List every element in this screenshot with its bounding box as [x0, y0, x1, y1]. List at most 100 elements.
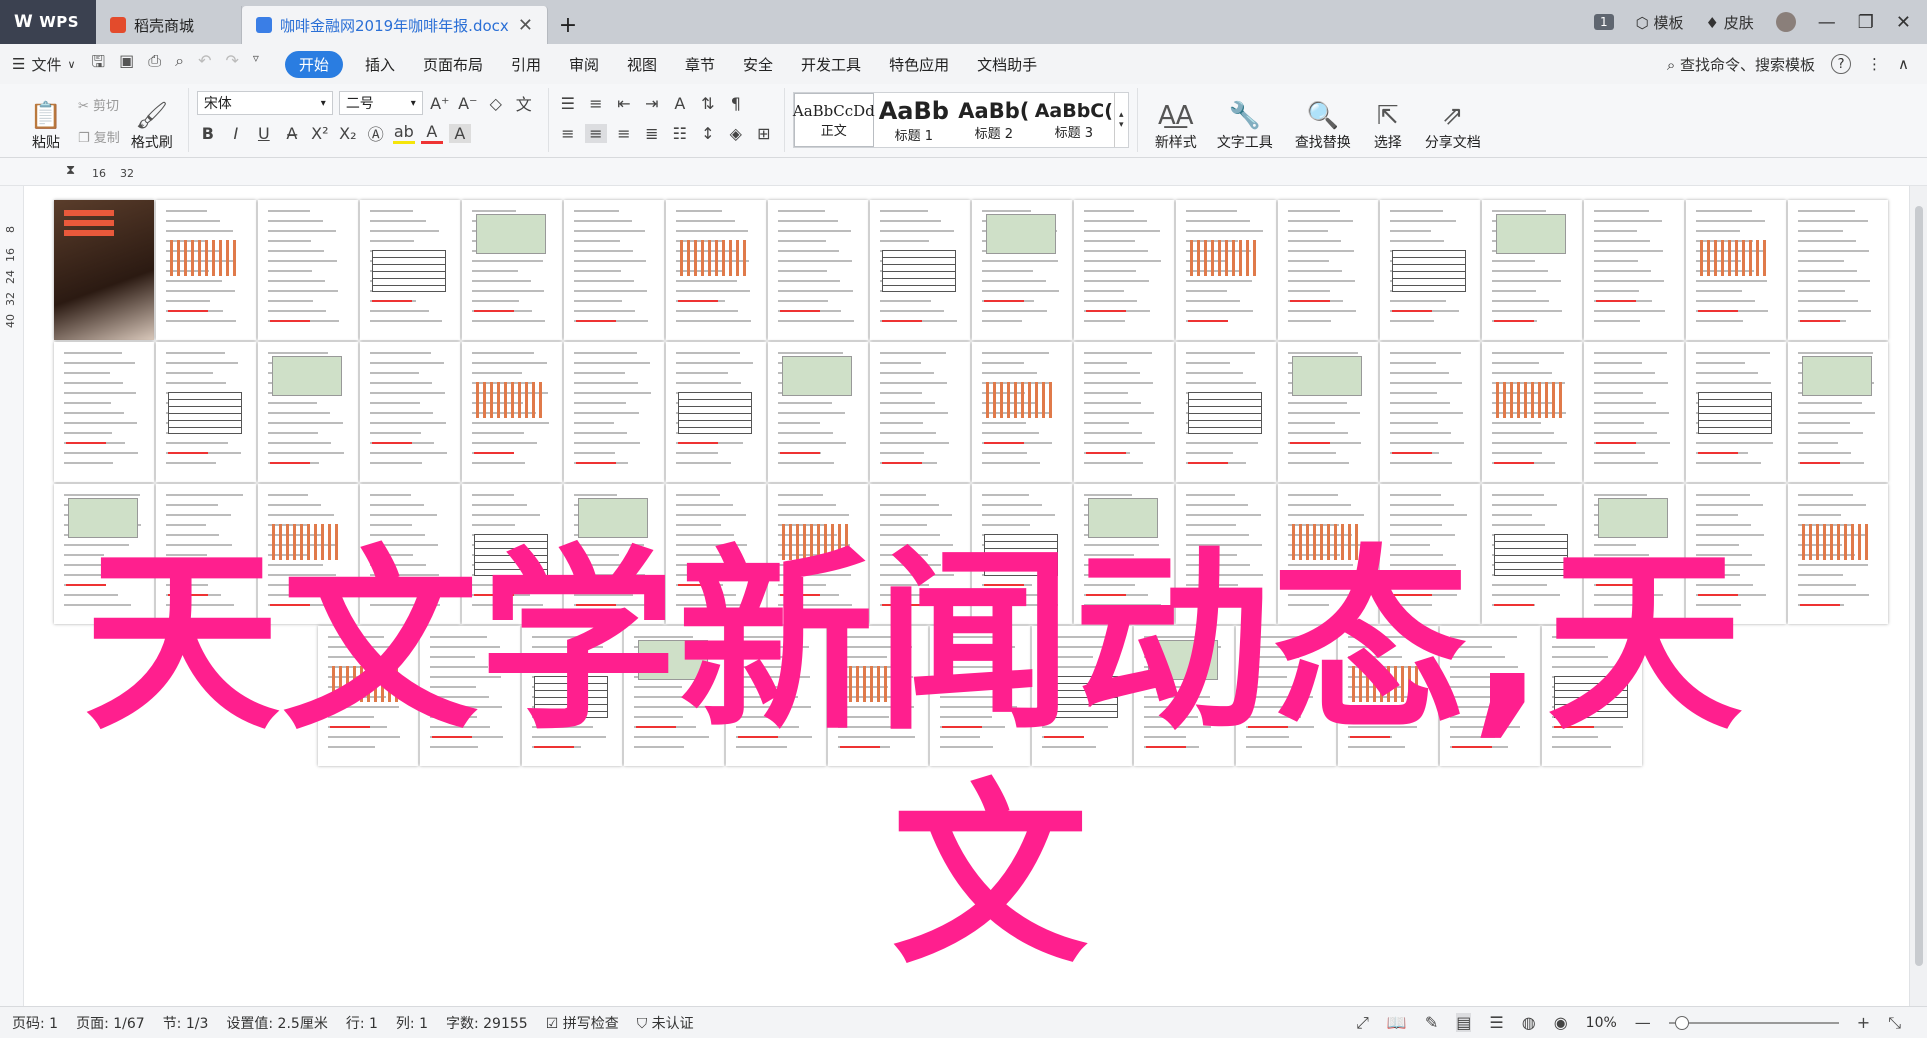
page-thumbnail[interactable]: [1074, 342, 1174, 482]
copy-button[interactable]: ❐ 复制: [78, 127, 120, 146]
new-tab-button[interactable]: +: [548, 6, 588, 44]
document-canvas[interactable]: 天文学新闻动态,天 文: [24, 186, 1909, 1006]
fullscreen-icon[interactable]: ⤢: [1356, 1013, 1369, 1033]
style-scroll[interactable]: ▴ ▾: [1113, 93, 1128, 147]
vertical-ruler[interactable]: 8 16 24 32 40: [0, 186, 24, 1006]
minimize-button[interactable]: —: [1818, 12, 1836, 33]
bold-icon[interactable]: B: [197, 124, 219, 143]
page-thumbnail[interactable]: [1236, 626, 1336, 766]
tab-document[interactable]: 咖啡金融网2019年咖啡年报.docx ✕: [242, 6, 548, 44]
strikethrough-icon[interactable]: A̶: [281, 124, 303, 143]
page-thumbnail[interactable]: [1584, 342, 1684, 482]
page-thumbnail[interactable]: [1380, 342, 1480, 482]
print-icon[interactable]: ⎙: [148, 51, 161, 78]
char-shading-icon[interactable]: A: [448, 123, 471, 143]
page-thumbnail[interactable]: [768, 342, 868, 482]
italic-icon[interactable]: I: [225, 124, 247, 143]
paste-button[interactable]: 📋 粘贴: [18, 88, 74, 152]
page-thumbnail[interactable]: [1074, 484, 1174, 624]
text-effect-icon[interactable]: Ⓐ: [365, 121, 387, 145]
page-thumbnail[interactable]: [1380, 200, 1480, 340]
page-thumbnail[interactable]: [156, 342, 256, 482]
menu-review[interactable]: 审阅: [569, 54, 599, 75]
page-thumbnail[interactable]: [54, 200, 154, 340]
window-count-badge[interactable]: 1: [1594, 14, 1614, 30]
zoom-in-icon[interactable]: +: [1857, 1013, 1870, 1032]
page-thumbnail[interactable]: [870, 200, 970, 340]
page-thumbnail[interactable]: [1788, 200, 1888, 340]
page-thumbnail[interactable]: [54, 342, 154, 482]
status-word-count[interactable]: 字数: 29155: [446, 1013, 528, 1033]
page-thumbnail[interactable]: [1482, 484, 1582, 624]
page-thumbnail[interactable]: [360, 484, 460, 624]
page-thumbnail[interactable]: [462, 200, 562, 340]
underline-icon[interactable]: U: [253, 124, 275, 143]
indent-marker-icon[interactable]: ⧗: [66, 163, 75, 178]
menu-doc-assistant[interactable]: 文档助手: [977, 54, 1037, 75]
page-thumbnail[interactable]: [318, 626, 418, 766]
scrollbar-thumb[interactable]: [1915, 206, 1923, 966]
export-icon[interactable]: ▣: [119, 51, 134, 78]
status-page-number[interactable]: 页码: 1: [12, 1013, 58, 1033]
zoom-slider-knob[interactable]: [1674, 1015, 1689, 1030]
zoom-level[interactable]: 10%: [1586, 1015, 1617, 1031]
distribute-icon[interactable]: ☷: [669, 124, 691, 143]
wps-home-tab[interactable]: W WPS: [0, 0, 96, 44]
increase-indent-icon[interactable]: ⇥: [641, 94, 663, 113]
menu-page-layout[interactable]: 页面布局: [423, 54, 483, 75]
page-thumbnail[interactable]: [462, 484, 562, 624]
page-thumbnail[interactable]: [1176, 342, 1276, 482]
more-options-icon[interactable]: ⋮: [1867, 55, 1882, 73]
spell-check-button[interactable]: ☑ 拼写检查: [546, 1013, 619, 1033]
share-doc-button[interactable]: ⇗ 分享文档: [1414, 88, 1492, 152]
page-thumbnail[interactable]: [1338, 626, 1438, 766]
page-thumbnail[interactable]: [828, 626, 928, 766]
font-color-icon[interactable]: A: [420, 122, 443, 144]
align-left-icon[interactable]: ≡: [557, 124, 579, 143]
page-thumbnail[interactable]: [726, 626, 826, 766]
outline-view-icon[interactable]: ☰: [1489, 1013, 1503, 1032]
page-thumbnail[interactable]: [156, 200, 256, 340]
page-thumbnail[interactable]: [1176, 200, 1276, 340]
status-page[interactable]: 页面: 1/67: [76, 1013, 145, 1033]
page-thumbnail[interactable]: [1134, 626, 1234, 766]
preview-icon[interactable]: ⌕: [175, 51, 184, 78]
align-center-icon[interactable]: ≡: [584, 123, 607, 143]
undo-icon[interactable]: ↶: [198, 51, 211, 78]
collapse-ribbon-icon[interactable]: ∧: [1898, 55, 1909, 73]
eye-protection-icon[interactable]: ◉: [1554, 1013, 1568, 1032]
reading-mode-icon[interactable]: 📖: [1387, 1013, 1407, 1032]
page-thumbnail[interactable]: [54, 484, 154, 624]
menu-view[interactable]: 视图: [627, 54, 657, 75]
fit-page-icon[interactable]: ⤡: [1888, 1013, 1901, 1033]
page-thumbnail[interactable]: [1542, 626, 1642, 766]
page-thumbnail[interactable]: [156, 484, 256, 624]
page-thumbnail[interactable]: [768, 484, 868, 624]
page-thumbnail[interactable]: [870, 484, 970, 624]
new-style-button[interactable]: A͟A 新样式: [1146, 88, 1206, 152]
menu-insert[interactable]: 插入: [365, 54, 395, 75]
file-menu[interactable]: ☰ 文件 ∨: [12, 54, 76, 75]
style-normal[interactable]: AaBbCcDd 正文: [793, 93, 875, 147]
page-thumbnail[interactable]: [522, 626, 622, 766]
shading-icon[interactable]: ◈: [725, 124, 747, 143]
avatar[interactable]: [1775, 12, 1796, 32]
template-button[interactable]: ⬡ 模板: [1636, 12, 1684, 33]
page-thumbnail[interactable]: [768, 200, 868, 340]
menu-developer[interactable]: 开发工具: [801, 54, 861, 75]
page-thumbnail[interactable]: [1788, 484, 1888, 624]
vertical-scrollbar[interactable]: [1909, 186, 1927, 1006]
skin-button[interactable]: ♦ 皮肤: [1706, 12, 1754, 33]
justify-icon[interactable]: ≣: [641, 124, 663, 143]
page-thumbnail[interactable]: [564, 342, 664, 482]
page-thumbnail[interactable]: [1584, 200, 1684, 340]
style-heading-2[interactable]: AaBb( 标题 2: [954, 93, 1034, 147]
menu-security[interactable]: 安全: [743, 54, 773, 75]
page-thumbnail[interactable]: [870, 342, 970, 482]
line-spacing-icon[interactable]: ↕: [697, 124, 719, 143]
page-thumbnail[interactable]: [1176, 484, 1276, 624]
sort-icon[interactable]: ⇅: [697, 94, 719, 113]
text-tools-button[interactable]: 🔧 文字工具: [1206, 88, 1284, 152]
phonetic-icon[interactable]: 文: [513, 91, 535, 115]
page-thumbnail[interactable]: [666, 200, 766, 340]
